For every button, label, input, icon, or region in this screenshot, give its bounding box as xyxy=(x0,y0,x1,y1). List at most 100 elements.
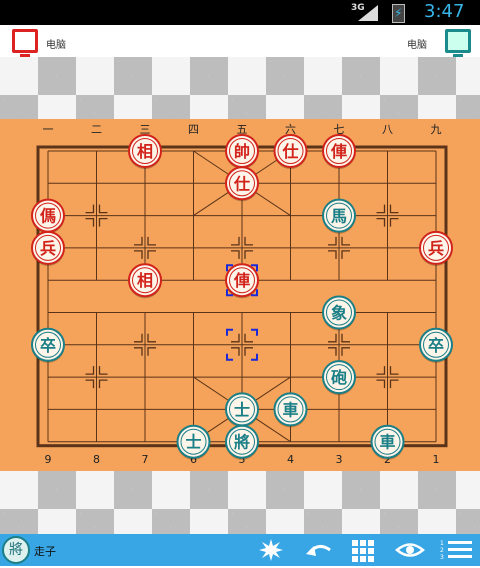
file-label-top: 八 xyxy=(382,123,393,136)
red-piece[interactable]: 帥 xyxy=(225,134,259,169)
piece-label: 士 xyxy=(234,400,250,419)
point-marker xyxy=(85,204,95,214)
red-piece[interactable]: 仕 xyxy=(225,166,259,202)
point-marker xyxy=(341,250,350,259)
red-piece[interactable]: 傌 xyxy=(31,198,65,234)
teal-piece[interactable]: 馬 xyxy=(322,198,356,234)
piece-label: 相 xyxy=(137,142,153,161)
piece-label: 砲 xyxy=(331,368,347,387)
point-marker xyxy=(244,333,253,343)
player-right-label: 电脑 xyxy=(407,40,427,51)
eye-icon xyxy=(395,543,425,557)
tablet-icon[interactable] xyxy=(12,29,38,57)
menu-button[interactable]: 1 2 3 xyxy=(440,538,474,562)
point-marker xyxy=(341,347,350,356)
file-label-bottom: 3 xyxy=(336,453,343,466)
teal-piece[interactable]: 卒 xyxy=(31,327,65,363)
point-marker xyxy=(341,236,350,246)
file-label-bottom: 1 xyxy=(433,453,440,466)
point-marker xyxy=(328,347,337,356)
tablet-icon[interactable] xyxy=(445,29,471,57)
piece-label: 將 xyxy=(234,433,250,452)
teal-piece[interactable]: 車 xyxy=(370,424,405,460)
checker-background-bottom xyxy=(0,471,480,534)
teal-piece[interactable]: 象 xyxy=(322,295,356,331)
point-marker xyxy=(147,347,156,356)
piece-label: 車 xyxy=(379,433,395,452)
svg-text:3: 3 xyxy=(440,554,444,561)
turn-label: 走子 xyxy=(34,545,56,558)
red-piece[interactable]: 俥 xyxy=(322,134,356,169)
view-button[interactable] xyxy=(395,538,425,562)
point-marker xyxy=(134,250,143,259)
file-label-bottom: 9 xyxy=(45,453,52,466)
point-marker xyxy=(328,250,337,259)
svg-text:1: 1 xyxy=(440,540,444,547)
last-move-from-marker xyxy=(226,353,233,361)
point-marker xyxy=(376,379,386,389)
grid-icon xyxy=(352,540,374,562)
battery-charging-icon: ⚡ xyxy=(392,4,405,23)
teal-piece[interactable]: 將 xyxy=(225,424,259,460)
piece-label: 馬 xyxy=(331,207,347,226)
undo-arrow-icon xyxy=(306,545,331,556)
point-marker xyxy=(98,204,108,214)
red-piece[interactable]: 兵 xyxy=(419,230,453,266)
teal-piece[interactable]: 士 xyxy=(225,392,259,428)
point-marker xyxy=(376,366,386,375)
checker-background-top xyxy=(0,57,480,119)
last-move-from-marker xyxy=(226,328,233,336)
point-marker xyxy=(389,379,399,389)
xiangqi-board[interactable]: 一二三四五六七八九987654321相帥仕俥仕傌兵兵相俥馬象卒卒砲士車士將車 xyxy=(0,119,480,471)
piece-label: 象 xyxy=(331,304,347,323)
player-left-label: 电脑 xyxy=(46,40,66,51)
red-piece[interactable]: 俥 xyxy=(225,263,259,299)
burst-icon xyxy=(259,539,283,561)
piece-label: 傌 xyxy=(39,207,56,226)
bottom-toolbar: 將 走子 1 2 3 xyxy=(0,534,480,566)
last-move-from-marker xyxy=(251,328,258,336)
signal-icon xyxy=(358,5,378,21)
board-grid-button[interactable] xyxy=(350,538,376,562)
last-move-from-marker xyxy=(251,353,258,361)
file-label-bottom: 8 xyxy=(93,453,100,466)
status-bar: 3G ⚡ 3:47 xyxy=(0,0,480,25)
piece-label: 卒 xyxy=(428,336,444,355)
point-marker xyxy=(85,217,95,227)
point-marker xyxy=(98,366,108,375)
svg-text:2: 2 xyxy=(440,547,444,554)
player-bar: 电脑 电脑 xyxy=(0,25,480,57)
red-piece[interactable]: 兵 xyxy=(31,230,65,266)
point-marker xyxy=(244,347,253,356)
point-marker xyxy=(328,333,337,343)
point-marker xyxy=(328,236,337,246)
teal-piece[interactable]: 士 xyxy=(176,424,211,460)
point-marker xyxy=(98,379,108,389)
turn-indicator-piece: 將 xyxy=(2,536,30,564)
red-piece[interactable]: 仕 xyxy=(273,134,308,169)
undo-button[interactable] xyxy=(304,538,331,562)
point-marker xyxy=(389,366,399,375)
point-marker xyxy=(147,250,156,259)
point-marker xyxy=(231,333,240,343)
status-clock: 3:47 xyxy=(424,1,465,22)
file-label-bottom: 7 xyxy=(142,453,149,466)
point-marker xyxy=(85,366,95,375)
file-label-top: 一 xyxy=(43,123,54,136)
point-marker xyxy=(376,217,386,227)
point-marker xyxy=(98,217,108,227)
teal-piece[interactable]: 砲 xyxy=(322,360,356,396)
teal-piece[interactable]: 車 xyxy=(273,392,308,428)
point-marker xyxy=(231,236,240,246)
file-label-top: 二 xyxy=(91,123,102,136)
piece-label: 兵 xyxy=(40,239,56,258)
red-piece[interactable]: 相 xyxy=(128,134,162,169)
point-marker xyxy=(85,379,95,389)
point-marker xyxy=(231,347,240,356)
piece-label: 俥 xyxy=(330,142,347,161)
teal-piece[interactable]: 卒 xyxy=(419,327,453,363)
board-grid[interactable]: 一二三四五六七八九987654321相帥仕俥仕傌兵兵相俥馬象卒卒砲士車士將車 xyxy=(0,119,480,471)
hint-button[interactable] xyxy=(258,538,284,562)
red-piece[interactable]: 相 xyxy=(128,263,162,299)
file-label-top: 九 xyxy=(431,123,442,136)
